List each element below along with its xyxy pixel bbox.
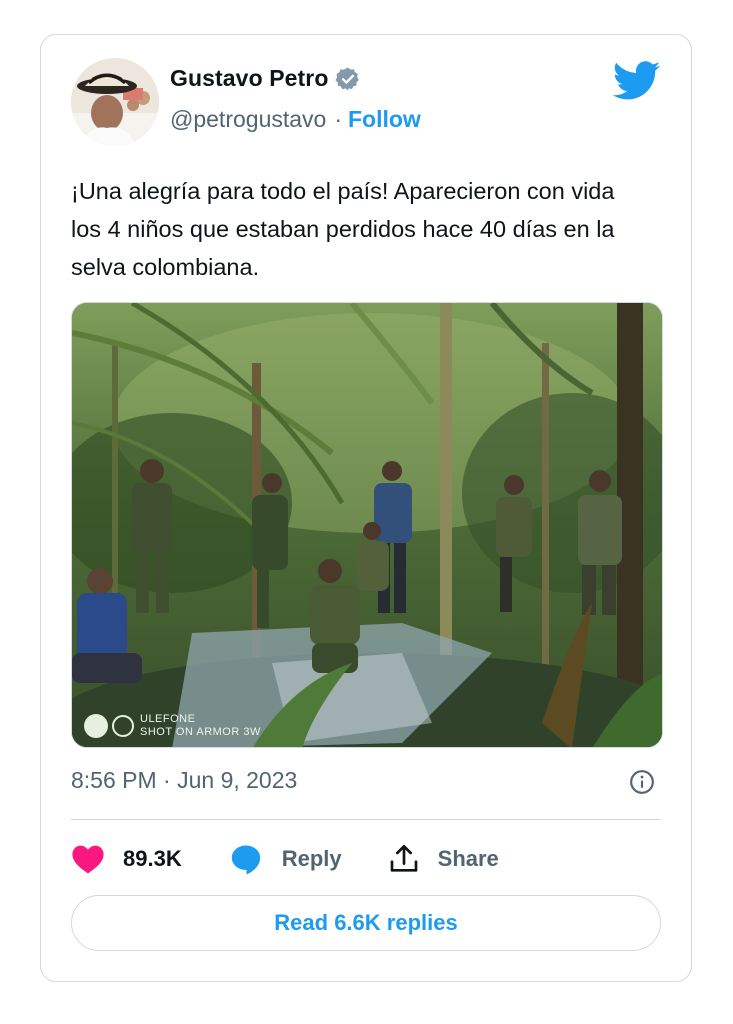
share-icon [390, 845, 417, 872]
watermark-text: ULEFONE SHOT ON ARMOR 3W [140, 713, 261, 739]
verified-badge-icon [334, 66, 361, 92]
jungle-photo-image [72, 303, 662, 747]
share-label: Share [437, 846, 499, 871]
tweet-timestamp[interactable]: 8:56 PM · Jun 9, 2023 [71, 767, 297, 794]
author-handle[interactable]: @petrogustavo [170, 106, 326, 133]
watermark-brand: ULEFONE [140, 713, 196, 725]
avatar-image [71, 58, 159, 146]
tweet-photo[interactable]: ULEFONE SHOT ON ARMOR 3W [71, 302, 663, 748]
heart-icon [72, 845, 104, 874]
divider [71, 819, 661, 820]
watermark-dot-icon [84, 714, 108, 738]
share-button[interactable]: Share [388, 843, 499, 875]
reply-label: Reply [281, 846, 342, 871]
reply-button[interactable]: Reply [228, 842, 342, 876]
info-icon[interactable] [629, 769, 655, 795]
avatar[interactable] [71, 58, 159, 146]
tweet-text: ¡Una alegría para todo el país! Aparecie… [71, 178, 615, 280]
handle-separator: · [334, 106, 342, 132]
watermark-caption: SHOT ON ARMOR 3W [140, 726, 261, 738]
author-name-row: Gustavo Petro [170, 65, 361, 92]
camera-watermark: ULEFONE SHOT ON ARMOR 3W [84, 713, 261, 739]
reply-bubble-icon [231, 845, 260, 875]
author-handle-row: @petrogustavo · Follow [170, 106, 421, 133]
follow-button[interactable]: Follow [348, 106, 421, 133]
twitter-bird-icon[interactable] [612, 61, 661, 101]
tweet-card: Gustavo Petro @petrogustavo · Follow ¡Un… [40, 34, 692, 982]
author-name[interactable]: Gustavo Petro [170, 65, 329, 92]
watermark-ring-icon [112, 715, 134, 737]
like-button[interactable]: 89.3K [71, 843, 182, 875]
tweet-actions: 89.3K Reply Share [71, 839, 545, 879]
read-replies-button[interactable]: Read 6.6K replies [71, 895, 661, 951]
like-count: 89.3K [123, 846, 182, 871]
